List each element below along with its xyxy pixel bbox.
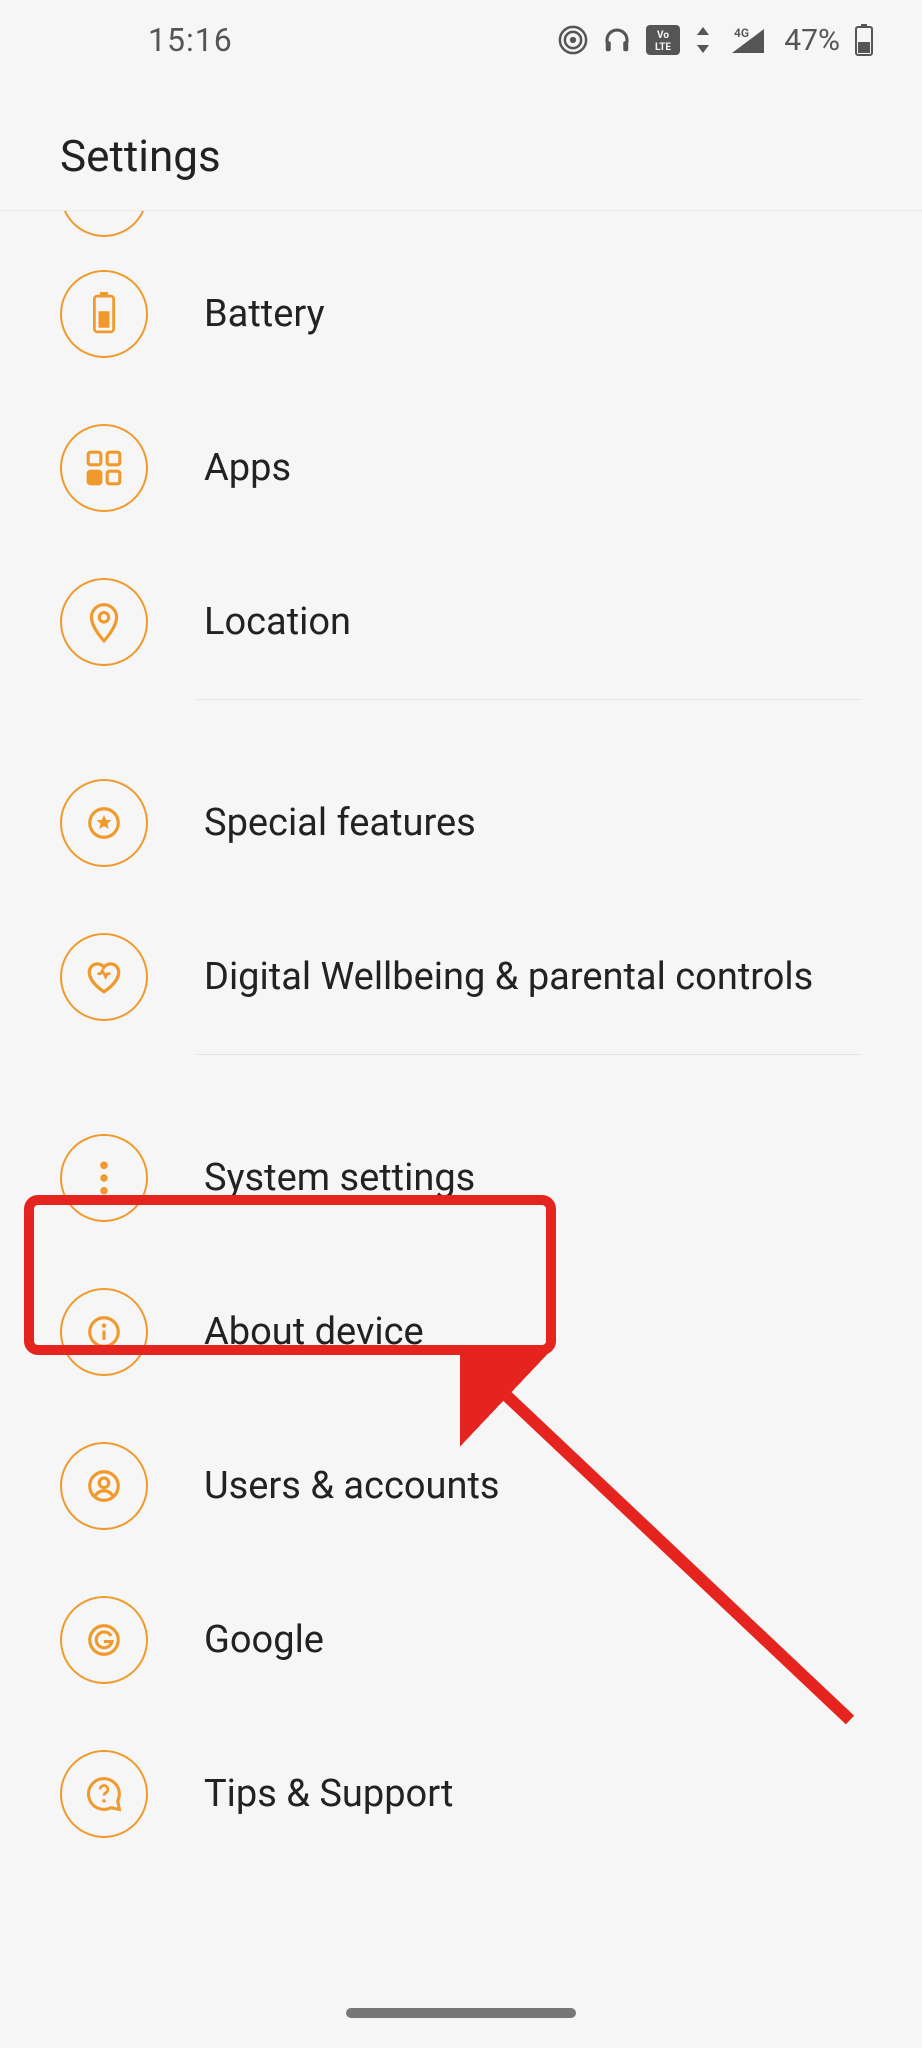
location-pin-icon <box>60 578 148 666</box>
more-vertical-icon <box>60 1134 148 1222</box>
settings-item-battery[interactable]: Battery <box>0 237 922 391</box>
status-icons: Vo LTE 4G 47% <box>558 23 874 58</box>
settings-item-wellbeing[interactable]: Digital Wellbeing & parental controls <box>0 900 922 1054</box>
volte-badge-icon: Vo LTE <box>646 25 680 55</box>
data-activity-icon <box>694 25 712 55</box>
settings-list: Battery Apps Location <box>0 211 922 1871</box>
settings-item-about[interactable]: About device <box>0 1255 922 1409</box>
settings-item-users[interactable]: Users & accounts <box>0 1409 922 1563</box>
help-chat-icon <box>60 1750 148 1838</box>
home-indicator[interactable] <box>346 2008 576 2018</box>
user-circle-icon <box>60 1442 148 1530</box>
heart-icon <box>60 933 148 1021</box>
info-icon <box>60 1288 148 1376</box>
battery-item-icon <box>60 270 148 358</box>
svg-text:LTE: LTE <box>655 42 671 53</box>
battery-icon <box>854 24 874 56</box>
status-bar: 15:16 Vo LTE <box>0 0 922 80</box>
svg-text:Vo: Vo <box>657 30 669 41</box>
app-header: Settings <box>0 80 922 211</box>
apps-grid-icon <box>60 424 148 512</box>
settings-item-label: Digital Wellbeing & parental controls <box>204 955 813 999</box>
settings-item-label: Users & accounts <box>204 1464 499 1508</box>
settings-item-label: Special features <box>204 801 476 845</box>
status-time: 15:16 <box>148 21 233 59</box>
unknown-icon <box>60 211 148 237</box>
google-g-icon <box>60 1596 148 1684</box>
settings-item-tips[interactable]: Tips & Support <box>0 1717 922 1871</box>
settings-item-label: Battery <box>204 292 325 336</box>
settings-item-label: Location <box>204 600 351 644</box>
battery-percent: 47% <box>784 23 840 58</box>
settings-item-apps[interactable]: Apps <box>0 391 922 545</box>
signal-4g-label: 4G <box>734 26 749 40</box>
cellular-signal-icon: 4G <box>726 25 766 55</box>
settings-item-label: Tips & Support <box>204 1772 453 1816</box>
settings-item-cropped[interactable] <box>0 211 922 237</box>
hotspot-icon <box>558 25 588 55</box>
settings-item-location[interactable]: Location <box>0 545 922 699</box>
settings-item-label: System settings <box>204 1156 475 1200</box>
settings-item-label: Apps <box>204 446 291 490</box>
settings-item-special[interactable]: Special features <box>0 746 922 900</box>
settings-item-system[interactable]: System settings <box>0 1101 922 1255</box>
page-title: Settings <box>60 130 922 182</box>
settings-item-google[interactable]: Google <box>0 1563 922 1717</box>
headphones-icon <box>602 25 632 55</box>
settings-item-label: Google <box>204 1618 324 1662</box>
settings-item-label: About device <box>204 1310 424 1354</box>
star-badge-icon <box>60 779 148 867</box>
